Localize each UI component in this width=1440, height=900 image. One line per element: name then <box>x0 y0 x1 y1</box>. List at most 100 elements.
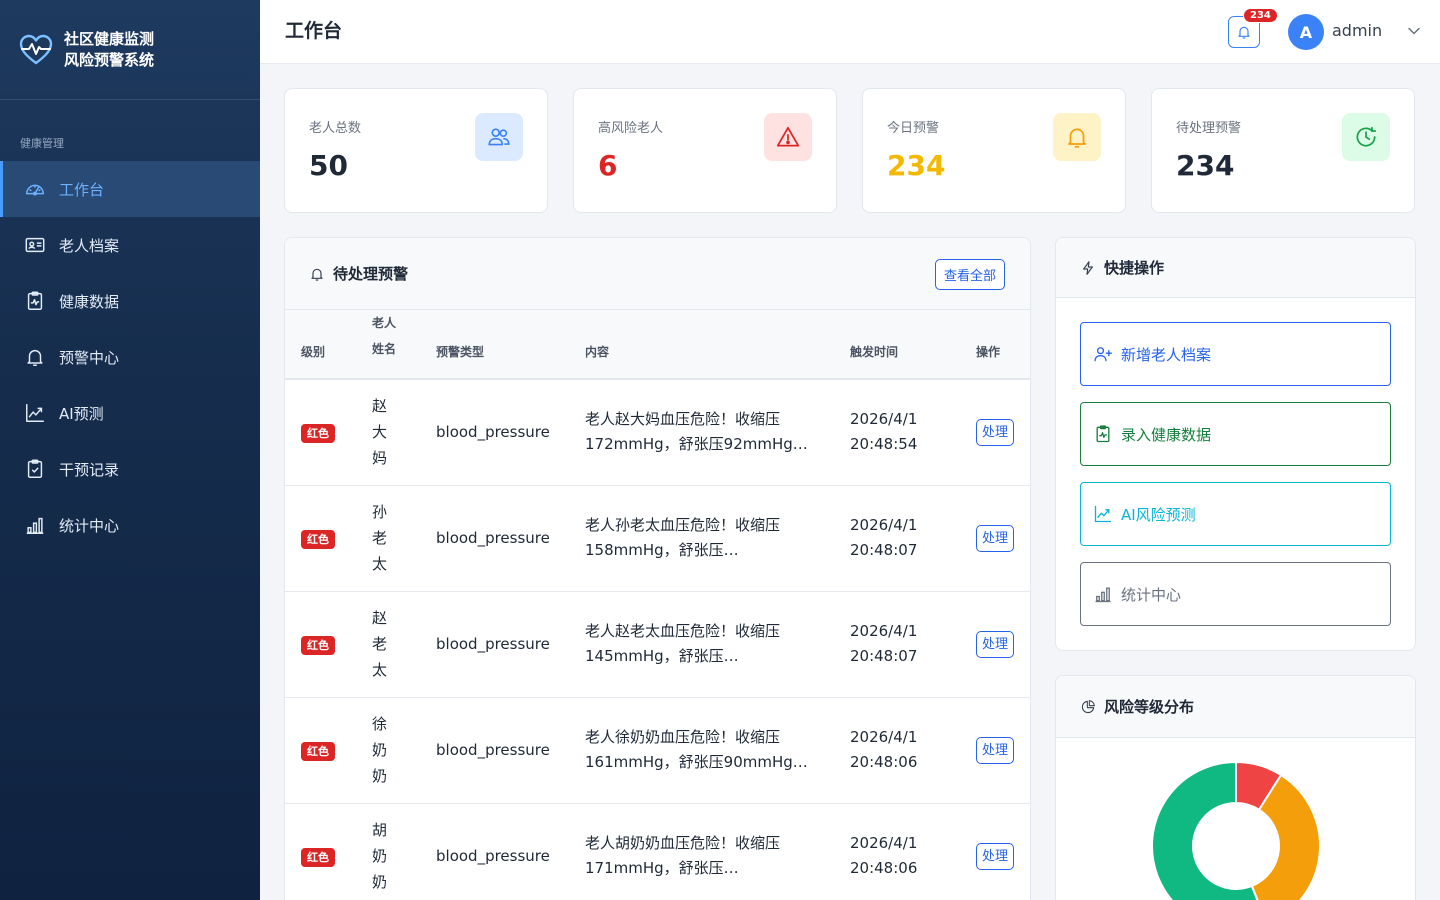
table-row: 红色 赵大妈 blood_pressure 老人赵大妈血压危险！收缩压172mm… <box>285 379 1030 486</box>
chevron-down-icon[interactable] <box>1407 24 1421 38</box>
sidebar-item-label: 健康数据 <box>59 292 120 311</box>
trend-chart-icon <box>26 404 44 422</box>
bell-icon <box>311 268 323 281</box>
panel-title: 快捷操作 <box>1104 259 1165 277</box>
warning-triangle-icon <box>776 126 800 147</box>
avatar[interactable]: A <box>1288 14 1324 50</box>
sidebar-item-label: 干预记录 <box>59 460 120 479</box>
stat-label: 待处理预警 <box>1176 121 1242 136</box>
handle-button[interactable]: 处理 <box>976 736 1014 764</box>
column-header: 操作 <box>976 310 1030 380</box>
alert-content: 老人胡奶奶血压危险！收缩压171mmHg，舒张压101mmHg，请及时关注 <box>585 834 781 877</box>
bell-icon <box>1238 26 1250 39</box>
handle-button[interactable]: 处理 <box>976 418 1014 446</box>
username[interactable]: admin <box>1332 21 1382 40</box>
elder-name: 赵老太 <box>372 609 388 679</box>
action-label: AI风险预测 <box>1121 505 1196 524</box>
level-badge: 红色 <box>301 741 335 761</box>
sidebar-item-label: 工作台 <box>59 180 105 199</box>
risk-distribution-panel: 风险等级分布 <box>1055 675 1416 900</box>
bar-chart-icon <box>26 517 44 534</box>
sidebar-item-label: 老人档案 <box>59 236 120 255</box>
level-badge: 红色 <box>301 423 335 443</box>
level-badge: 红色 <box>301 529 335 549</box>
user-plus-icon <box>1094 347 1112 362</box>
clipboard-check-icon <box>27 459 43 478</box>
quick-actions-panel: 快捷操作 新增老人档案 录入健康数据 AI风险预测 统计中心 <box>1055 237 1416 651</box>
dashboard-icon <box>26 184 44 196</box>
brand: 社区健康监测 风险预警系统 <box>0 0 260 100</box>
column-header: 预警类型 <box>436 310 585 380</box>
table-row: 红色 胡奶奶 blood_pressure 老人胡奶奶血压危险！收缩压171mm… <box>285 803 1030 900</box>
alert-content: 老人孙老太血压危险！收缩压158mmHg，舒张压102mmHg，请及时关注 <box>585 516 781 559</box>
nav-section-label: 健康管理 <box>20 137 64 150</box>
id-card-icon <box>25 237 45 253</box>
brand-line-2: 风险预警系统 <box>64 50 155 69</box>
stat-card-today-alerts[interactable]: 今日预警 234 <box>862 88 1126 213</box>
action-label: 录入健康数据 <box>1121 425 1212 444</box>
handle-button[interactable]: 处理 <box>976 842 1014 870</box>
level-badge: 红色 <box>301 847 335 867</box>
elder-name: 孙老太 <box>372 503 388 573</box>
sidebar-item-health-data[interactable]: 健康数据 <box>0 273 260 329</box>
column-header: 触发时间 <box>850 310 976 380</box>
trigger-time: 2026/4/1 20:48:06 <box>850 834 918 877</box>
view-all-button[interactable]: 查看全部 <box>934 259 1005 290</box>
action-label: 统计中心 <box>1121 585 1182 604</box>
sidebar-item-elder-records[interactable]: 老人档案 <box>0 217 260 273</box>
enter-health-data-button[interactable]: 录入健康数据 <box>1080 402 1391 466</box>
clipboard-pulse-icon <box>1096 425 1110 443</box>
stat-value: 234 <box>887 149 946 182</box>
trigger-time: 2026/4/1 20:48:07 <box>850 516 918 559</box>
alert-content: 老人赵老太血压危险！收缩压145mmHg，舒张压102mmHg，请及时关注 <box>585 622 781 665</box>
elder-name: 赵大妈 <box>372 397 388 468</box>
table-row: 红色 徐奶奶 blood_pressure 老人徐奶奶血压危险！收缩压161mm… <box>285 697 1030 804</box>
alerts-table: 级别 老人姓名 预警类型 内容 触发时间 操作 红色 赵大妈 blood_pre… <box>285 310 1030 900</box>
notification-count-badge: 234 <box>1243 8 1278 23</box>
table-row: 红色 孙老太 blood_pressure 老人孙老太血压危险！收缩压158mm… <box>285 485 1030 592</box>
sidebar-item-statistics[interactable]: 统计中心 <box>0 497 260 553</box>
handle-button[interactable]: 处理 <box>976 630 1014 658</box>
sidebar-item-alert-center[interactable]: 预警中心 <box>0 329 260 385</box>
handle-button[interactable]: 处理 <box>976 524 1014 552</box>
trend-chart-icon <box>1094 505 1112 523</box>
table-header-row: 级别 老人姓名 预警类型 内容 触发时间 操作 <box>285 310 1030 380</box>
alert-content: 老人赵大妈血压危险！收缩压172mmHg，舒张压92mmHg，请及时关注 <box>585 410 808 454</box>
sidebar-item-label: 统计中心 <box>59 516 120 535</box>
elder-name: 徐奶奶 <box>372 715 388 785</box>
elder-name: 胡奶奶 <box>372 821 388 891</box>
trigger-time: 2026/4/1 20:48:07 <box>850 622 918 665</box>
stat-label: 今日预警 <box>887 121 940 136</box>
heart-pulse-icon <box>19 34 53 64</box>
stat-card-total-elders[interactable]: 老人总数 50 <box>284 88 548 213</box>
table-row: 红色 赵老太 blood_pressure 老人赵老太血压危险！收缩压145mm… <box>285 591 1030 698</box>
ai-risk-prediction-button[interactable]: AI风险预测 <box>1080 482 1391 546</box>
action-label: 新增老人档案 <box>1121 345 1212 364</box>
top-header: 工作台 234 A admin <box>260 0 1440 64</box>
alert-content: 老人徐奶奶血压危险！收缩压161mmHg，舒张压90mmHg，请及时关注 <box>585 728 808 771</box>
sidebar-item-intervention-records[interactable]: 干预记录 <box>0 441 260 497</box>
trigger-time: 2026/4/1 20:48:54 <box>850 410 918 454</box>
column-header: 老人姓名 <box>372 310 436 380</box>
risk-donut-chart <box>1151 760 1321 900</box>
pie-chart-icon <box>1081 699 1095 713</box>
sidebar-item-label: AI预测 <box>59 404 104 423</box>
sidebar-item-label: 预警中心 <box>59 348 120 367</box>
sidebar-item-ai-prediction[interactable]: AI预测 <box>0 385 260 441</box>
statistics-center-button[interactable]: 统计中心 <box>1080 562 1391 626</box>
add-elder-record-button[interactable]: 新增老人档案 <box>1080 322 1391 386</box>
stat-value: 234 <box>1176 149 1235 182</box>
alert-type: blood_pressure <box>436 485 585 592</box>
page-title: 工作台 <box>285 20 343 42</box>
lightning-icon <box>1083 260 1093 275</box>
stat-value: 50 <box>309 149 348 182</box>
sidebar-item-dashboard[interactable]: 工作台 <box>0 161 260 217</box>
brand-line-1: 社区健康监测 <box>64 29 155 48</box>
stat-card-pending-alerts[interactable]: 待处理预警 234 <box>1151 88 1415 213</box>
stat-card-high-risk[interactable]: 高风险老人 6 <box>573 88 837 213</box>
alert-type: blood_pressure <box>436 697 585 804</box>
level-badge: 红色 <box>301 635 335 655</box>
panel-title: 风险等级分布 <box>1104 698 1195 716</box>
trigger-time: 2026/4/1 20:48:06 <box>850 728 918 771</box>
panel-title: 待处理预警 <box>333 265 409 283</box>
